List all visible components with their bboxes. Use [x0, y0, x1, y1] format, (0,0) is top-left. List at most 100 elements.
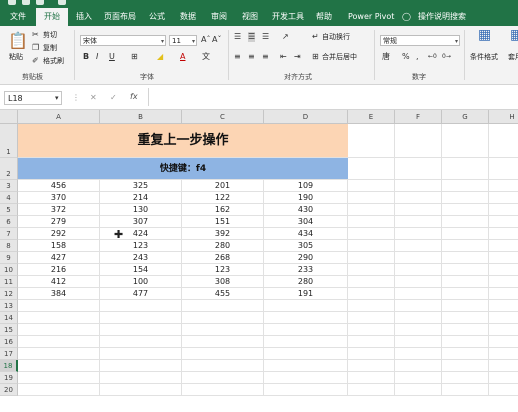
row-header[interactable]: 9	[0, 252, 18, 264]
tab-file[interactable]: 文件	[10, 8, 26, 26]
cut-button[interactable]: 剪切	[43, 30, 57, 40]
paste-button[interactable]: 粘贴	[9, 52, 23, 62]
insert-function-button[interactable]: fx	[130, 92, 138, 102]
row-header[interactable]: 19	[0, 372, 18, 384]
cell[interactable]	[18, 372, 100, 384]
chevron-down-icon[interactable]: ▾	[455, 36, 458, 47]
cell[interactable]	[442, 158, 489, 180]
row-header[interactable]: 15	[0, 324, 18, 336]
cell[interactable]: 424	[100, 228, 182, 240]
italic-icon[interactable]: I	[96, 52, 98, 62]
cell[interactable]	[264, 372, 348, 384]
border-icon[interactable]: ⊞	[131, 52, 138, 62]
cell[interactable]	[182, 372, 264, 384]
cell[interactable]	[395, 158, 442, 180]
cell[interactable]	[395, 180, 442, 192]
cell[interactable]: 109	[264, 180, 348, 192]
bold-icon[interactable]: B	[83, 52, 89, 62]
cell[interactable]	[442, 384, 489, 396]
tab-home[interactable]: 开始	[36, 8, 68, 26]
cell[interactable]	[348, 336, 395, 348]
cell[interactable]	[100, 360, 182, 372]
row-header[interactable]: 5	[0, 204, 18, 216]
row-header[interactable]: 17	[0, 348, 18, 360]
chevron-down-icon[interactable]: ▾	[192, 36, 195, 47]
cell[interactable]	[442, 288, 489, 300]
merged-subtitle-cell[interactable]: 快捷键：f4	[18, 158, 348, 180]
column-header[interactable]: D	[264, 110, 348, 124]
tab-view[interactable]: 视图	[242, 8, 258, 26]
cell[interactable]: 151	[182, 216, 264, 228]
cell[interactable]	[264, 360, 348, 372]
table-format-icon[interactable]: ▦	[510, 28, 518, 42]
cell[interactable]	[489, 276, 518, 288]
name-box[interactable]: L18	[4, 91, 62, 105]
copy-icon[interactable]: ❐	[32, 43, 39, 53]
cell[interactable]	[348, 180, 395, 192]
cell[interactable]	[395, 384, 442, 396]
row-header[interactable]: 12	[0, 288, 18, 300]
align-middle-icon[interactable]: ☰	[248, 32, 256, 42]
cell[interactable]	[348, 312, 395, 324]
cell[interactable]	[264, 300, 348, 312]
cell[interactable]	[395, 204, 442, 216]
cell[interactable]	[442, 180, 489, 192]
row-header[interactable]: 10	[0, 264, 18, 276]
cell[interactable]	[348, 348, 395, 360]
column-header[interactable]: C	[182, 110, 264, 124]
column-header[interactable]: E	[348, 110, 395, 124]
row-header[interactable]: 14	[0, 312, 18, 324]
column-header[interactable]: F	[395, 110, 442, 124]
font-color-icon[interactable]: A	[180, 52, 185, 62]
cell[interactable]	[395, 348, 442, 360]
row-header[interactable]: 11	[0, 276, 18, 288]
percent-icon[interactable]: %	[402, 52, 410, 62]
cell[interactable]	[18, 312, 100, 324]
conditional-format-icon[interactable]: ▦	[478, 28, 491, 42]
cell[interactable]	[348, 192, 395, 204]
cell[interactable]	[348, 124, 395, 158]
cell[interactable]	[100, 384, 182, 396]
cell[interactable]: 100	[100, 276, 182, 288]
cell[interactable]	[489, 384, 518, 396]
cell[interactable]	[489, 264, 518, 276]
cell[interactable]	[348, 384, 395, 396]
scissors-icon[interactable]: ✂	[32, 30, 39, 40]
cell[interactable]	[395, 372, 442, 384]
column-header[interactable]: H	[489, 110, 518, 124]
tab-insert[interactable]: 插入	[76, 8, 92, 26]
cell[interactable]	[442, 312, 489, 324]
fill-color-icon[interactable]: ◢	[157, 52, 163, 62]
cell[interactable]: 279	[18, 216, 100, 228]
cell[interactable]	[395, 228, 442, 240]
cell[interactable]	[395, 276, 442, 288]
cell[interactable]	[395, 324, 442, 336]
align-right-icon[interactable]: ≡	[262, 52, 269, 62]
cell[interactable]	[489, 192, 518, 204]
tab-formulas[interactable]: 公式	[149, 8, 165, 26]
tab-help[interactable]: 帮助	[316, 8, 332, 26]
cell[interactable]	[489, 312, 518, 324]
cell[interactable]	[18, 300, 100, 312]
cell[interactable]	[489, 360, 518, 372]
align-left-icon[interactable]: ≡	[234, 52, 241, 62]
brush-icon[interactable]: ✐	[32, 56, 39, 66]
number-format-combo[interactable]: 常规 ▾	[380, 35, 460, 46]
decrease-font-icon[interactable]: Aˇ	[212, 35, 221, 45]
cell[interactable]	[395, 312, 442, 324]
cell[interactable]: 392	[182, 228, 264, 240]
row-header[interactable]: 4	[0, 192, 18, 204]
cell[interactable]: 158	[18, 240, 100, 252]
cell[interactable]: 290	[264, 252, 348, 264]
redo-icon[interactable]	[36, 0, 44, 5]
wrap-text-button[interactable]: 自动换行	[322, 32, 350, 42]
cell[interactable]	[442, 228, 489, 240]
cell[interactable]: 434	[264, 228, 348, 240]
cell[interactable]: 201	[182, 180, 264, 192]
cell[interactable]	[100, 348, 182, 360]
tab-data[interactable]: 数据	[180, 8, 196, 26]
select-all-corner[interactable]	[0, 110, 18, 124]
row-header[interactable]: 18	[0, 360, 18, 372]
cell[interactable]: 214	[100, 192, 182, 204]
cell[interactable]	[395, 264, 442, 276]
